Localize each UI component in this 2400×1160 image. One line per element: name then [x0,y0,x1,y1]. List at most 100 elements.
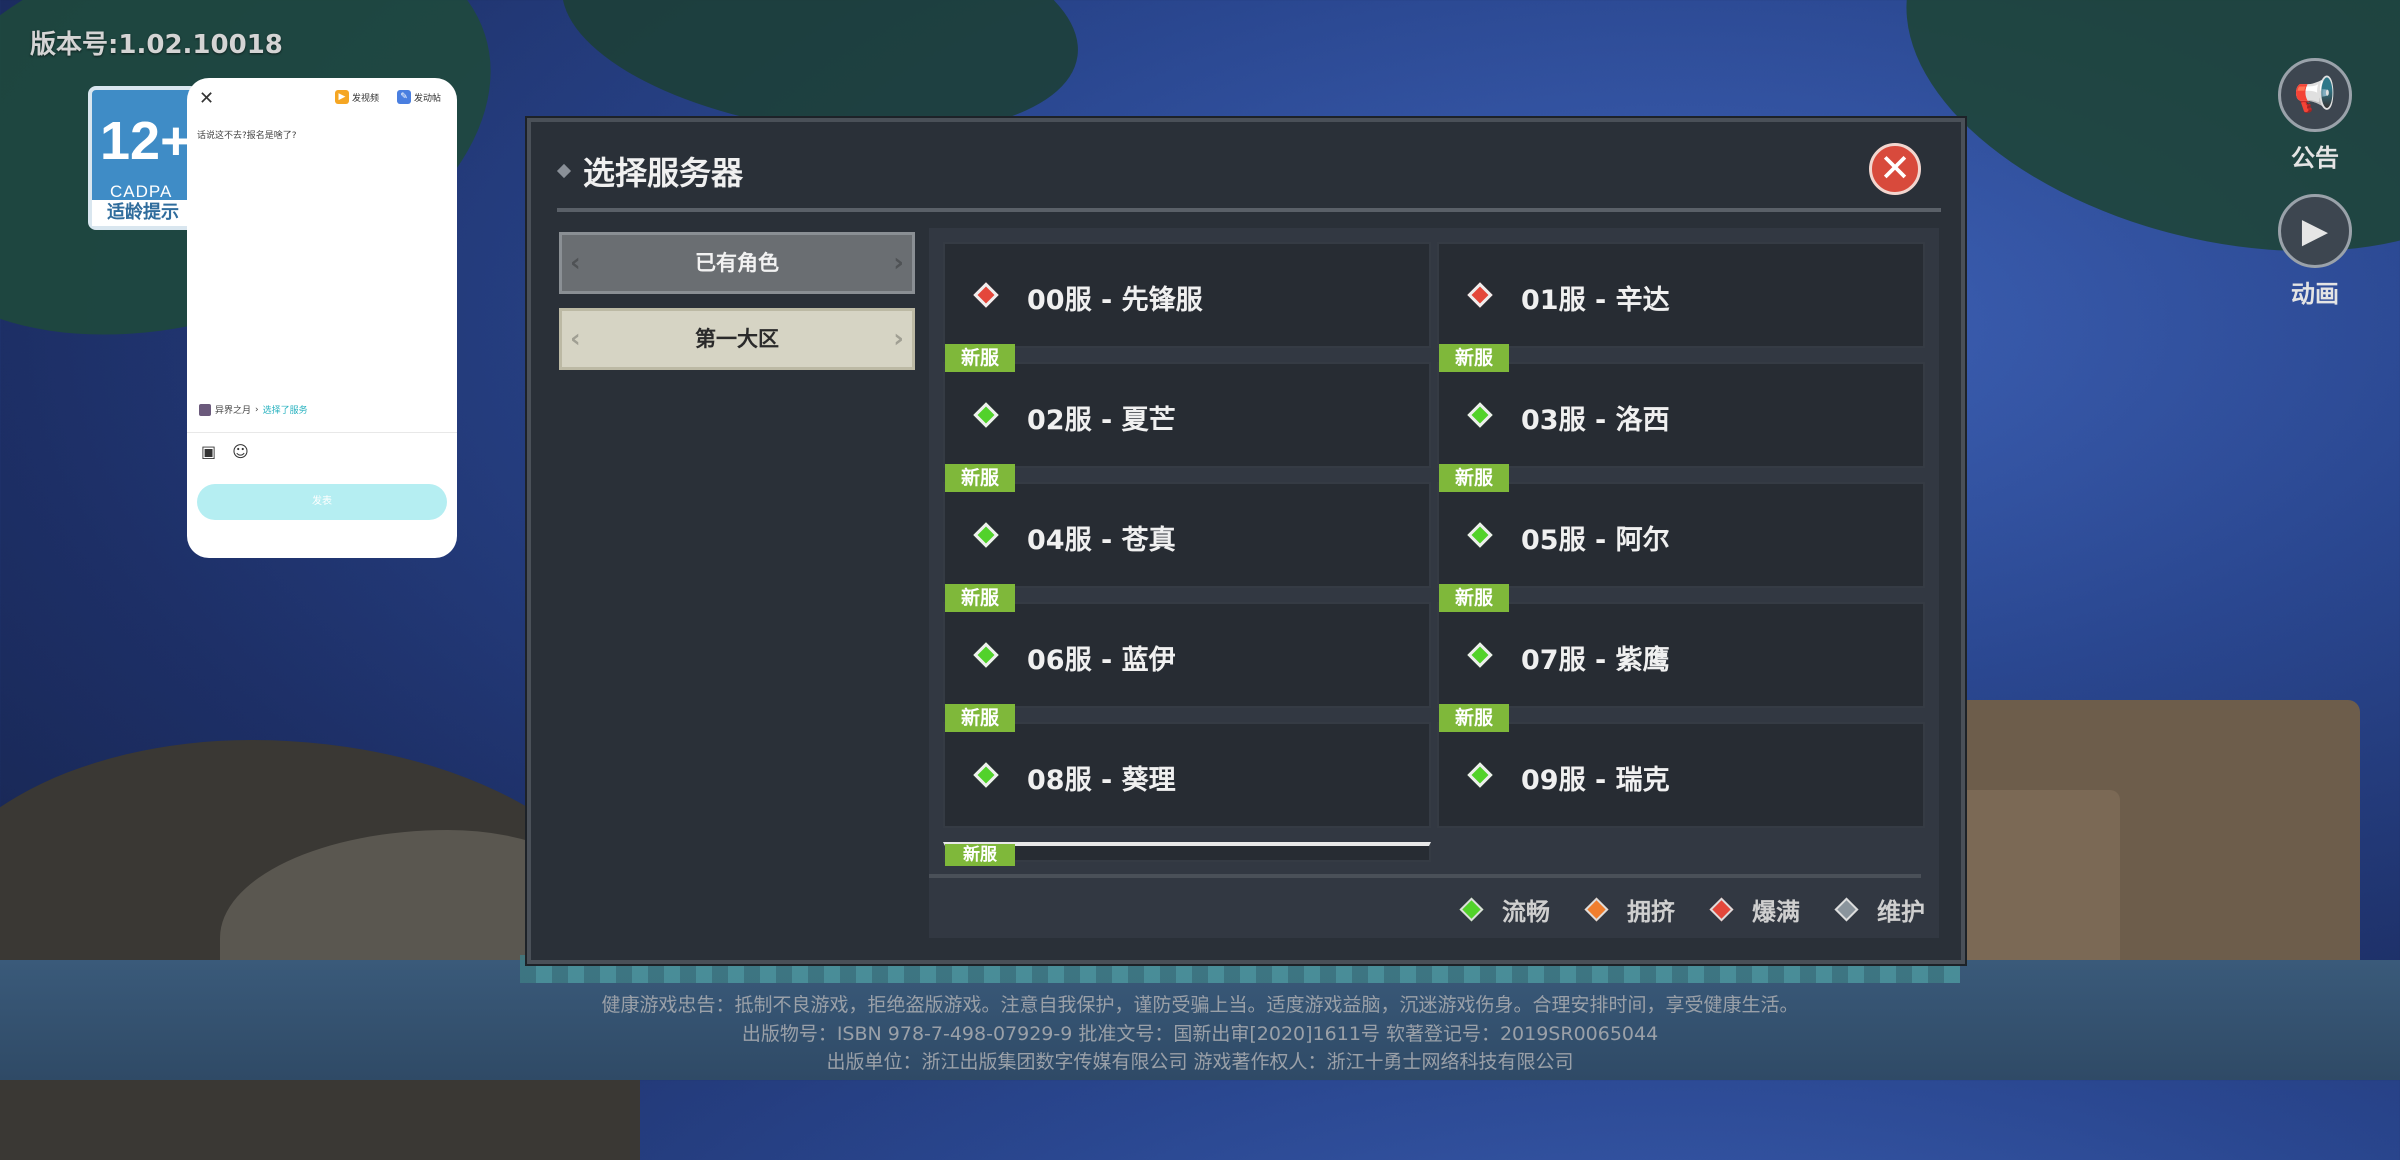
chevron-right-icon: › [893,324,904,354]
legend-label: 维护 [1877,898,1925,926]
popup-user-row[interactable]: 异界之月 › 选择了服务 [199,403,308,416]
legend-item-maintenance: 维护 [1834,892,1925,927]
status-diamond-icon [1834,897,1859,922]
new-server-badge: 新服 [945,704,1015,732]
pen-icon: ✎ [397,90,411,104]
age-rating-org: CADPA [110,182,173,201]
status-diamond-icon [973,642,999,668]
publication-info-text: 出版物号：ISBN 978-7-498-07929-9 批准文号：国新出审[20… [741,1023,1659,1045]
server-name: 07服 - 紫鹰 [1521,645,1670,676]
avatar [199,403,211,416]
age-rating-number: 12+ [100,111,192,171]
post-thread-label: 发动帖 [414,93,442,104]
server-item[interactable]: 新服 02服 - 夏芒 [943,344,1431,468]
age-rating-badge[interactable]: 12+ CADPA 适龄提示 [88,86,198,230]
server-name: 08服 - 葵理 [1027,765,1176,796]
post-video-button[interactable]: ▶ 发视频 [335,90,379,104]
notice-label: 公告 [2291,144,2339,172]
status-diamond-icon [973,402,999,428]
server-select-dialog: 选择服务器 ✕ ‹ 已有角色 › ‹ 第一大区 › 00服 - 先锋服 01服 … [527,118,1965,964]
popup-link[interactable]: 选择了服务 [263,403,308,416]
close-icon[interactable]: ✕ [1869,143,1921,195]
new-server-badge: 新服 [945,464,1015,492]
megaphone-icon: 📢 [2278,58,2352,132]
dialog-title: 选择服务器 [583,154,744,192]
new-server-badge: 新服 [1439,344,1509,372]
legend-label: 拥挤 [1627,898,1675,926]
status-diamond-icon [1459,897,1484,922]
chevron-right-icon: › [255,404,259,415]
region-list: ‹ 已有角色 › ‹ 第一大区 › [559,232,915,384]
server-item[interactable]: 新服 04服 - 苍真 [943,464,1431,588]
age-rating-tip: 适龄提示 [92,200,194,226]
post-thread-button[interactable]: ✎ 发动帖 [397,90,441,104]
server-item[interactable]: 新服 03服 - 洛西 [1437,344,1925,468]
comment-popup: ✕ ▶ 发视频 ✎ 发动帖 话说这不去?报名是啥了? 异界之月 › 选择了服务 … [187,78,457,558]
status-diamond-icon [1467,402,1493,428]
notice-button[interactable]: 📢 公告 [2270,58,2360,173]
new-server-badge: 新服 [1439,704,1509,732]
legend-item-crowded: 拥挤 [1584,892,1675,927]
region-tab-first[interactable]: ‹ 第一大区 › [559,308,915,370]
server-name: 00服 - 先锋服 [1027,285,1203,316]
legend-item-full: 爆满 [1709,892,1800,927]
server-item[interactable]: 新服 06服 - 蓝伊 [943,584,1431,708]
status-diamond-icon [973,522,999,548]
emoji-icon[interactable]: ☺ [232,442,249,461]
server-grid: 00服 - 先锋服 01服 - 辛达 新服 02服 - 夏芒 新服 03服 - … [929,228,1939,938]
status-diamond-icon [1467,522,1493,548]
divider [187,432,457,433]
animation-label: 动画 [2291,280,2339,308]
video-icon: ▶ [335,90,349,104]
server-item[interactable]: 新服 05服 - 阿尔 [1437,464,1925,588]
chevron-right-icon: › [893,248,904,278]
server-name: 06服 - 蓝伊 [1027,645,1176,676]
image-icon[interactable]: ▣ [201,442,216,461]
diamond-icon [556,163,572,179]
send-button[interactable]: 发表 [197,484,447,520]
dialog-header: 选择服务器 [556,148,744,194]
server-item[interactable]: 新服 08服 - 葵理 [943,704,1431,828]
status-diamond-icon [1467,642,1493,668]
legend-label: 流畅 [1502,898,1550,926]
popup-question-text: 话说这不去?报名是啥了? [197,131,297,141]
status-diamond-icon [1467,762,1493,788]
status-diamond-icon [973,762,999,788]
legend-label: 爆满 [1752,898,1800,926]
server-item-partial[interactable]: 新服 [943,842,1431,866]
region-tab-existing[interactable]: ‹ 已有角色 › [559,232,915,294]
divider [929,874,1921,878]
region-tab-label: 第一大区 [695,327,779,351]
new-server-badge: 新服 [1439,464,1509,492]
close-icon[interactable]: ✕ [199,88,214,109]
server-name: 05服 - 阿尔 [1521,525,1670,556]
server-item[interactable]: 00服 - 先锋服 [943,242,1431,348]
publisher-info-text: 出版单位：浙江出版集团数字传媒有限公司 游戏著作权人：浙江十勇士网络科技有限公司 [826,1051,1574,1073]
server-name: 03服 - 洛西 [1521,405,1670,436]
popup-toolbar: ▣ ☺ [201,442,249,461]
status-legend: 流畅 拥挤 爆满 维护 [1459,892,1925,927]
status-diamond-icon [1584,897,1609,922]
divider [557,208,1941,212]
server-item[interactable]: 新服 09服 - 瑞克 [1437,704,1925,828]
animation-button[interactable]: ▶ 动画 [2270,194,2360,309]
server-item[interactable]: 01服 - 辛达 [1437,242,1925,348]
new-server-badge: 新服 [945,844,1015,866]
server-item[interactable]: 新服 07服 - 紫鹰 [1437,584,1925,708]
status-diamond-icon [1709,897,1734,922]
popup-user-name: 异界之月 [215,406,252,416]
new-server-badge: 新服 [1439,584,1509,612]
server-name: 01服 - 辛达 [1521,285,1670,316]
chevron-left-icon: ‹ [570,324,581,354]
new-server-badge: 新服 [945,344,1015,372]
legend-item-smooth: 流畅 [1459,892,1550,927]
post-video-label: 发视频 [352,93,380,104]
server-name: 02服 - 夏芒 [1027,405,1176,436]
server-name: 09服 - 瑞克 [1521,765,1670,796]
play-icon: ▶ [2278,194,2352,268]
region-tab-label: 已有角色 [695,251,779,275]
status-diamond-icon [973,282,999,308]
new-server-badge: 新服 [945,584,1015,612]
chevron-left-icon: ‹ [570,248,581,278]
health-advisory-text: 健康游戏忠告：抵制不良游戏，拒绝盗版游戏。注意自我保护，谨防受骗上当。适度游戏益… [601,994,1799,1016]
